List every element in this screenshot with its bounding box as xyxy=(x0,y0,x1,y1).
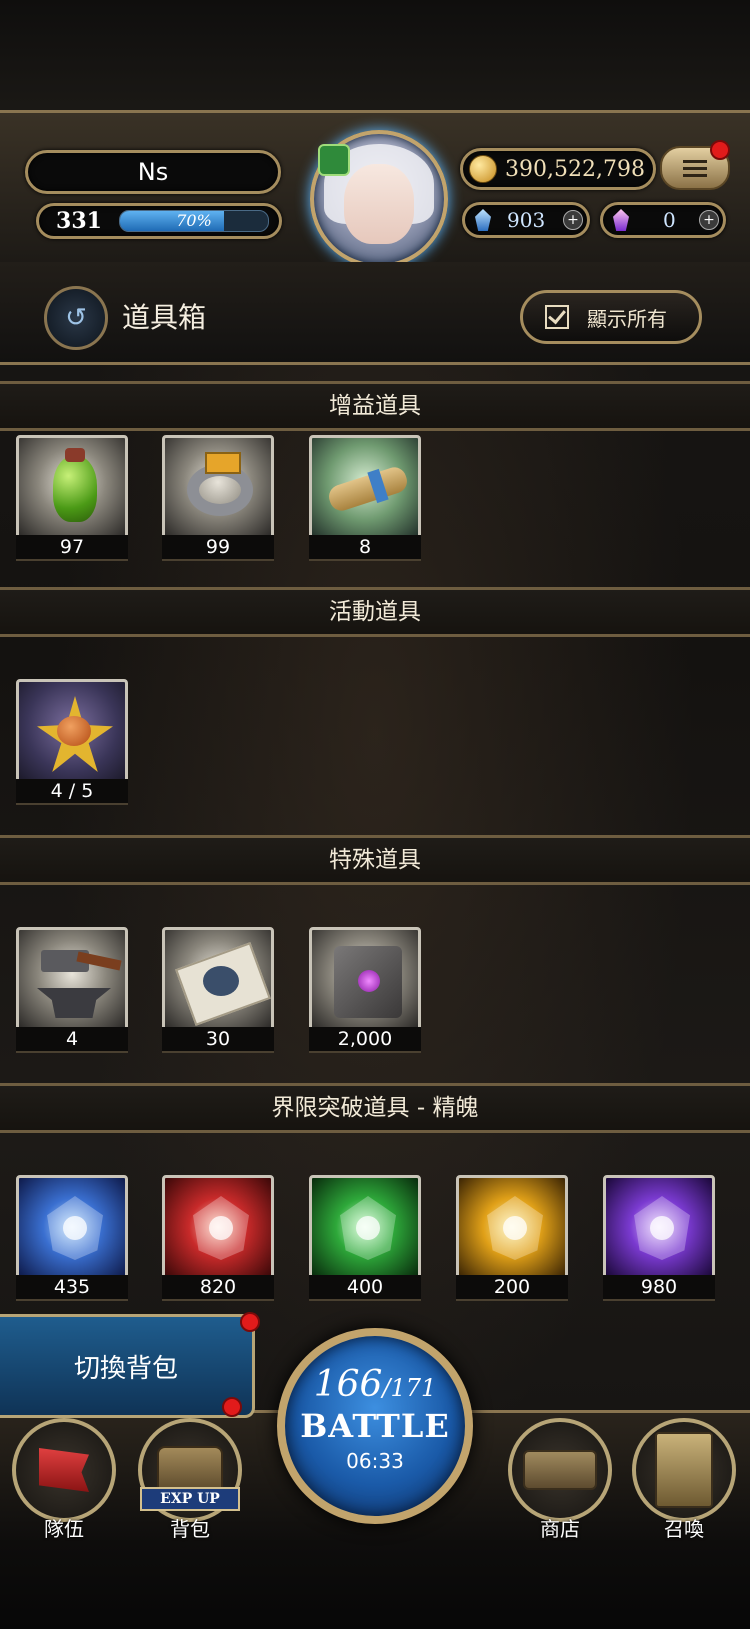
menu-icon xyxy=(683,159,707,163)
summon-card-icon xyxy=(655,1432,713,1508)
item-count: 4 / 5 xyxy=(16,779,128,805)
yellow-essence-icon xyxy=(456,1175,568,1279)
switch-bag-label: 切換背包 xyxy=(73,1353,178,1384)
section-header-buff-items: 增益道具 xyxy=(0,381,750,431)
item-slot[interactable]: 30 xyxy=(162,927,274,1053)
item-count: 980 xyxy=(603,1275,715,1301)
blue-gem-icon xyxy=(475,209,491,231)
exp-percent-text: 70% xyxy=(176,211,212,230)
menu-notification-dot xyxy=(710,140,730,160)
player-name-text: Ns xyxy=(137,158,169,186)
shop-sign-icon xyxy=(523,1450,597,1490)
item-count: 99 xyxy=(162,535,274,561)
player-level: 331 xyxy=(56,208,102,234)
nav-team-label: 隊伍 xyxy=(44,1517,84,1541)
item-slot[interactable]: 400 xyxy=(309,1175,421,1301)
purple-gem-icon xyxy=(613,209,629,231)
checkbox-checked-icon xyxy=(545,305,569,329)
nav-summon-label: 召喚 xyxy=(664,1517,704,1541)
item-slot[interactable]: 820 xyxy=(162,1175,274,1301)
stone-cube-icon xyxy=(309,927,421,1031)
show-all-toggle[interactable]: 顯示所有 xyxy=(520,290,702,344)
golden-star-icon xyxy=(16,679,128,783)
gold-counter: 390,522,798 xyxy=(460,148,656,190)
item-slot[interactable]: 200 xyxy=(456,1175,568,1301)
battle-label: BATTLE xyxy=(300,1407,450,1445)
blue-gem-counter: 903 + xyxy=(462,202,590,238)
red-essence-icon xyxy=(162,1175,274,1279)
item-count: 200 xyxy=(456,1275,568,1301)
section-header-special-items: 特殊道具 xyxy=(0,835,750,885)
add-blue-gem-button[interactable]: + xyxy=(563,210,583,230)
item-slot[interactable]: 980 xyxy=(603,1175,715,1301)
item-count: 400 xyxy=(309,1275,421,1301)
item-count: 97 xyxy=(16,535,128,561)
nav-shop-label: 商店 xyxy=(540,1517,580,1541)
page-title: 道具箱 xyxy=(122,301,207,334)
blue-gem-amount: 903 xyxy=(507,208,546,232)
gold-amount: 390,522,798 xyxy=(505,156,645,182)
item-count: 435 xyxy=(16,1275,128,1301)
item-count: 8 xyxy=(309,535,421,561)
item-slot[interactable]: 97 xyxy=(16,435,128,561)
scroll-icon xyxy=(309,435,421,539)
add-purple-gem-button[interactable]: + xyxy=(699,210,719,230)
switch-bag-notification-dot xyxy=(240,1312,260,1332)
exp-progress-bar: 70% xyxy=(119,210,269,232)
flag-icon xyxy=(39,1448,89,1492)
nav-shop-button[interactable] xyxy=(508,1418,612,1522)
stamina-timer: 06:33 xyxy=(346,1449,404,1473)
gold-coin-icon xyxy=(469,155,497,183)
bag-notification-dot xyxy=(222,1397,242,1417)
item-slot[interactable]: 435 xyxy=(16,1175,128,1301)
purple-gem-counter: 0 + xyxy=(600,202,726,238)
item-slot[interactable]: 8 xyxy=(309,435,421,561)
level-exp-bar: 331 70% xyxy=(36,203,282,239)
avatar-attribute-badge xyxy=(318,144,350,176)
battle-button[interactable]: 166/171 BATTLE 06:33 xyxy=(277,1328,473,1524)
nav-team-button[interactable] xyxy=(12,1418,116,1522)
player-name: Ns xyxy=(25,150,281,194)
stamina-display: 166/171 xyxy=(285,1364,465,1405)
section-header-limit-break-essence: 界限突破道具 - 精魄 xyxy=(0,1083,750,1133)
purple-gem-amount: 0 xyxy=(663,208,676,232)
green-essence-icon xyxy=(309,1175,421,1279)
back-button[interactable]: ↺ xyxy=(44,286,108,350)
item-slot[interactable]: 2,000 xyxy=(309,927,421,1053)
hammer-anvil-icon xyxy=(16,927,128,1031)
item-count: 820 xyxy=(162,1275,274,1301)
item-slot[interactable]: 4 / 5 xyxy=(16,679,128,805)
item-count: 4 xyxy=(16,1027,128,1053)
item-count: 30 xyxy=(162,1027,274,1053)
purple-essence-icon xyxy=(603,1175,715,1279)
blue-essence-icon xyxy=(16,1175,128,1279)
item-slot[interactable]: 4 xyxy=(16,927,128,1053)
nav-bag-label: 背包 xyxy=(170,1517,210,1541)
back-arrow-icon: ↺ xyxy=(65,303,87,333)
silver-ring-icon xyxy=(162,435,274,539)
switch-bag-button[interactable]: 切換背包 xyxy=(0,1314,255,1418)
item-count: 2,000 xyxy=(309,1027,421,1053)
nav-summon-button[interactable] xyxy=(632,1418,736,1522)
green-potion-icon xyxy=(16,435,128,539)
stamina-current: 166 xyxy=(313,1364,383,1405)
avatar-face xyxy=(344,164,414,244)
show-all-label: 顯示所有 xyxy=(587,306,667,331)
item-slot[interactable]: 99 xyxy=(162,435,274,561)
ticket-icon xyxy=(162,927,274,1031)
section-header-event-items: 活動道具 xyxy=(0,587,750,637)
stamina-max: /171 xyxy=(382,1374,437,1402)
exp-up-badge: EXP UP xyxy=(140,1487,240,1511)
